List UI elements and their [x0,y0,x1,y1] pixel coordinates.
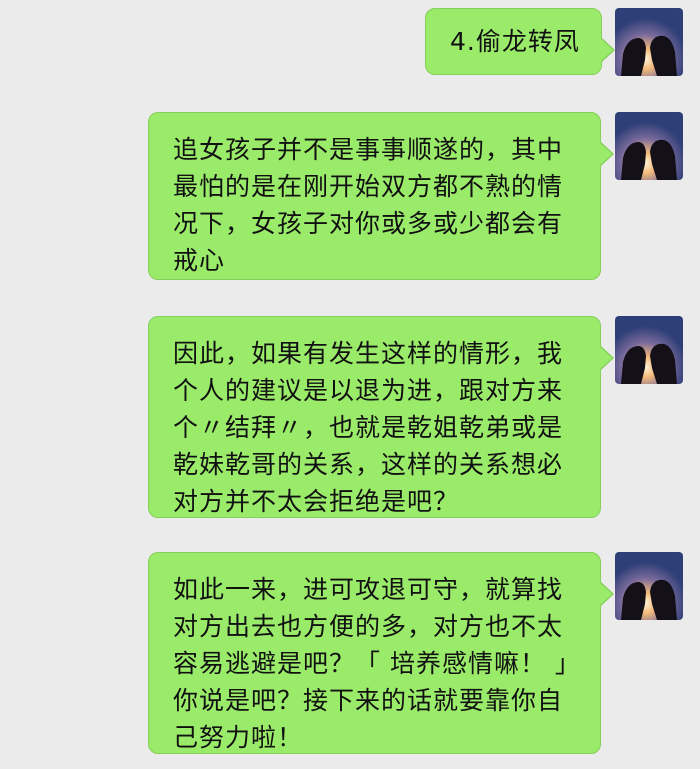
couple-sunset-avatar-icon [615,552,683,620]
avatar[interactable] [615,112,683,180]
message-bubble[interactable]: 如此一来，进可攻退可守，就算找对方出去也方便的多，对方也不太容易逃避是吧？「 培… [148,552,614,754]
avatar[interactable] [615,316,683,384]
message-bubble[interactable]: 因此，如果有发生这样的情形，我个人的建议是以退为进，跟对方来个〃结拜〃，也就是乾… [148,316,614,518]
couple-sunset-avatar-icon [615,112,683,180]
avatar[interactable] [615,8,683,76]
avatar[interactable] [615,552,683,620]
couple-sunset-avatar-icon [615,8,683,76]
couple-sunset-avatar-icon [615,316,683,384]
message-bubble[interactable]: 追女孩子并不是事事顺遂的，其中最怕的是在刚开始双方都不熟的情况下，女孩子对你或多… [148,112,614,280]
message-bubble[interactable]: 4.偷龙转凤 [425,8,615,75]
chat-conversation: 4.偷龙转凤 追女孩子并不是事事顺遂的，其中最怕的是在刚开始双方都不熟的情况下，… [0,0,700,769]
